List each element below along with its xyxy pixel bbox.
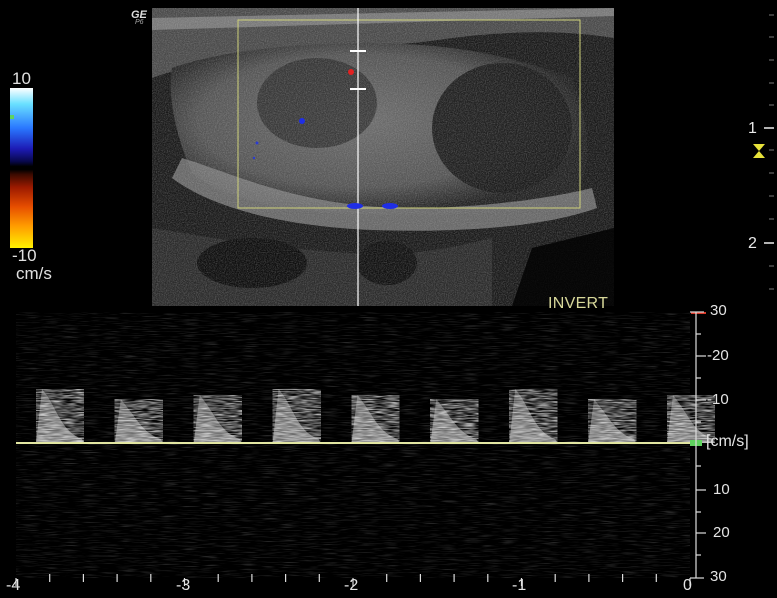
- time-label-neg1: -1: [512, 577, 527, 594]
- velocity-label-10: 10: [713, 481, 730, 498]
- time-label-neg2: -2: [344, 577, 359, 594]
- time-label-neg4: -4: [6, 577, 21, 594]
- depth-label-2: 2: [748, 235, 757, 252]
- depth-label-1: 1: [748, 120, 757, 137]
- time-label-neg3: -3: [176, 577, 191, 594]
- focus-marker-icon[interactable]: [752, 143, 766, 159]
- color-baseline-marker: [10, 115, 14, 119]
- velocity-label-20: 20: [713, 524, 730, 541]
- probe-label: P6: [135, 19, 144, 26]
- spectral-doppler-display: [15, 311, 715, 586]
- color-scale-unit: cm/s: [16, 264, 52, 283]
- time-label-0: 0: [683, 577, 692, 594]
- velocity-label-neg10: -10: [707, 391, 729, 408]
- velocity-label-neg20: -20: [707, 347, 729, 364]
- velocity-label-30-top: 30: [710, 302, 727, 319]
- color-scale-max: 10: [12, 69, 31, 88]
- velocity-label-30-bottom: 30: [710, 568, 727, 585]
- color-velocity-bar: [10, 88, 33, 248]
- bmode-ultrasound-image: [152, 8, 614, 306]
- velocity-unit-label: [cm/s]: [706, 433, 749, 450]
- color-scale-min: -10: [12, 246, 37, 265]
